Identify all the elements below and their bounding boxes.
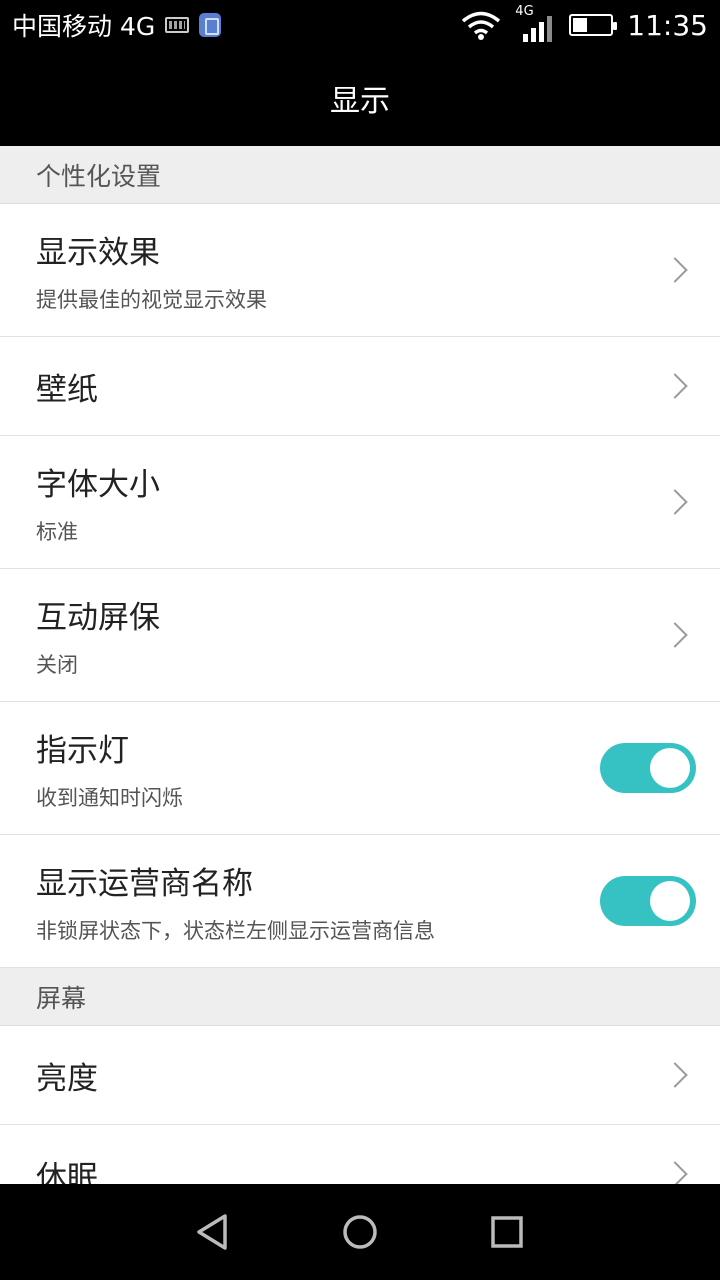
status-right: 4G 11:35: [461, 4, 708, 42]
item-subtitle: 提供最佳的视觉显示效果: [36, 287, 267, 312]
battery-fill: [573, 18, 588, 32]
app-header: 显示: [0, 50, 720, 146]
status-left: 中国移动 4G: [12, 7, 222, 43]
recents-icon[interactable]: [477, 1202, 537, 1262]
indicator-light-toggle[interactable]: [600, 743, 696, 793]
chevron-right-icon: [662, 622, 688, 648]
settings-item-wallpaper[interactable]: 壁纸: [0, 337, 720, 436]
carrier-name-toggle[interactable]: [600, 876, 696, 926]
clock: 11:35: [627, 8, 708, 42]
item-subtitle: 标准: [36, 519, 78, 544]
item-title: 字体大小: [36, 466, 160, 503]
settings-list: 个性化设置 显示效果 提供最佳的视觉显示效果 壁纸 字体大小 标准 互动屏保 关…: [0, 146, 720, 1184]
chevron-right-icon: [662, 373, 688, 399]
page-title: 显示: [330, 84, 390, 119]
item-title: 亮度: [36, 1060, 98, 1097]
settings-item-indicator-light[interactable]: 指示灯 收到通知时闪烁: [0, 702, 720, 835]
keyboard-icon: [165, 17, 190, 33]
section-header-personalization: 个性化设置: [0, 146, 720, 204]
settings-item-brightness[interactable]: 亮度: [0, 1026, 720, 1125]
settings-item-display-effect[interactable]: 显示效果 提供最佳的视觉显示效果: [0, 204, 720, 337]
item-subtitle: 非锁屏状态下，状态栏左侧显示运营商信息: [36, 918, 435, 943]
item-title: 壁纸: [36, 371, 98, 408]
section-header-label: 个性化设置: [36, 161, 162, 191]
home-icon[interactable]: [330, 1202, 390, 1262]
navigation-bar: [0, 1184, 720, 1280]
item-subtitle: 收到通知时闪烁: [36, 785, 183, 810]
settings-item-screensaver[interactable]: 互动屏保 关闭: [0, 569, 720, 702]
section-header-screen: 屏幕: [0, 968, 720, 1026]
chevron-right-icon: [662, 1062, 688, 1088]
item-title: 指示灯: [36, 732, 129, 769]
item-title: 互动屏保: [36, 599, 160, 636]
settings-item-sleep[interactable]: 休眠: [0, 1125, 720, 1184]
back-icon[interactable]: [183, 1202, 243, 1262]
status-bar: 中国移动 4G 4G 11:35: [0, 0, 720, 50]
item-title: 显示效果: [36, 234, 160, 271]
settings-item-font-size[interactable]: 字体大小 标准: [0, 436, 720, 569]
section-header-label: 屏幕: [36, 983, 87, 1013]
chevron-right-icon: [662, 489, 688, 515]
item-title: 休眠: [36, 1159, 98, 1185]
wifi-icon: [461, 10, 501, 40]
cell-signal-icon: 4G: [515, 4, 555, 42]
sd-card-icon: [199, 13, 222, 37]
carrier-label: 中国移动 4G: [12, 12, 156, 41]
item-title: 显示运营商名称: [36, 865, 253, 902]
chevron-right-icon: [662, 1161, 688, 1184]
battery-icon: [569, 14, 618, 36]
settings-item-show-carrier-name[interactable]: 显示运营商名称 非锁屏状态下，状态栏左侧显示运营商信息: [0, 835, 720, 968]
item-subtitle: 关闭: [36, 652, 78, 677]
chevron-right-icon: [662, 257, 688, 283]
network-type-label: 4G: [515, 4, 534, 19]
